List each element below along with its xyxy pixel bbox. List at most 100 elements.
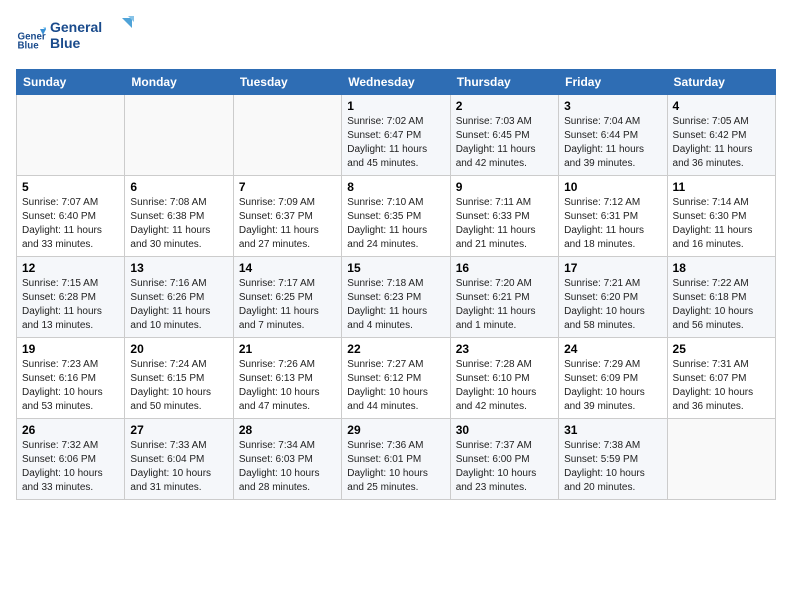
svg-text:Blue: Blue — [50, 35, 81, 51]
calendar-cell — [125, 95, 233, 176]
calendar-header: General Blue General Blue — [16, 16, 776, 59]
weekday-header-tuesday: Tuesday — [233, 70, 341, 95]
day-info: Sunrise: 7:10 AM Sunset: 6:35 PM Dayligh… — [347, 196, 444, 252]
logo: General Blue General Blue — [16, 16, 140, 59]
day-number: 20 — [130, 342, 227, 356]
day-info: Sunrise: 7:09 AM Sunset: 6:37 PM Dayligh… — [239, 196, 336, 252]
week-row-4: 19Sunrise: 7:23 AM Sunset: 6:16 PM Dayli… — [17, 338, 776, 419]
day-info: Sunrise: 7:28 AM Sunset: 6:10 PM Dayligh… — [456, 358, 553, 414]
calendar-cell: 18 Sunrise: 7:22 AM Sunset: 6:18 PM Dayli… — [667, 257, 775, 338]
day-info: Sunrise: 7:08 AM Sunset: 6:38 PM Dayligh… — [130, 196, 227, 252]
day-number: 17 — [564, 261, 661, 275]
day-info: Sunrise: 7:21 AM Sunset: 6:20 PM Dayligh… — [564, 277, 661, 333]
day-info: Sunrise: 7:02 AM Sunset: 6:47 PM Dayligh… — [347, 115, 444, 171]
day-info: Sunrise: 7:31 AM Sunset: 6:07 PM Dayligh… — [673, 358, 770, 414]
day-info: Sunrise: 7:32 AM Sunset: 6:06 PM Dayligh… — [22, 439, 119, 495]
day-info: Sunrise: 7:36 AM Sunset: 6:01 PM Dayligh… — [347, 439, 444, 495]
calendar-cell: 16Sunrise: 7:20 AM Sunset: 6:21 PM Dayli… — [450, 257, 558, 338]
calendar-cell: 8Sunrise: 7:10 AM Sunset: 6:35 PM Daylig… — [342, 176, 450, 257]
calendar-cell: 24 Sunrise: 7:29 AM Sunset: 6:09 PM Dayli… — [559, 338, 667, 419]
day-info: Sunrise: 7:29 AM Sunset: 6:09 PM Dayligh… — [564, 358, 661, 414]
weekday-header-sunday: Sunday — [17, 70, 125, 95]
day-number: 30 — [456, 423, 553, 437]
day-info: Sunrise: 7:24 AM Sunset: 6:15 PM Dayligh… — [130, 358, 227, 414]
day-number: 3 — [564, 99, 661, 113]
calendar-table: SundayMondayTuesdayWednesdayThursdayFrid… — [16, 69, 776, 500]
day-number: 28 — [239, 423, 336, 437]
calendar-cell: 11 Sunrise: 7:14 AM Sunset: 6:30 PM Dayli… — [667, 176, 775, 257]
day-number: 27 — [130, 423, 227, 437]
weekday-header-friday: Friday — [559, 70, 667, 95]
weekday-header-wednesday: Wednesday — [342, 70, 450, 95]
day-info: Sunrise: 7:04 AM Sunset: 6:44 PM Dayligh… — [564, 115, 661, 171]
day-number: 9 — [456, 180, 553, 194]
day-number: 2 — [456, 99, 553, 113]
day-number: 29 — [347, 423, 444, 437]
day-info: Sunrise: 7:11 AM Sunset: 6:33 PM Dayligh… — [456, 196, 553, 252]
weekday-header-thursday: Thursday — [450, 70, 558, 95]
logo-svg: General Blue — [50, 16, 140, 54]
calendar-cell: 17 Sunrise: 7:21 AM Sunset: 6:20 PM Dayli… — [559, 257, 667, 338]
calendar-cell: 19Sunrise: 7:23 AM Sunset: 6:16 PM Dayli… — [17, 338, 125, 419]
week-row-5: 26Sunrise: 7:32 AM Sunset: 6:06 PM Dayli… — [17, 419, 776, 500]
calendar-container: General Blue General Blue SundayMondayT — [0, 0, 792, 510]
day-info: Sunrise: 7:33 AM Sunset: 6:04 PM Dayligh… — [130, 439, 227, 495]
calendar-cell: 13 Sunrise: 7:16 AM Sunset: 6:26 PM Dayli… — [125, 257, 233, 338]
day-number: 24 — [564, 342, 661, 356]
day-number: 12 — [22, 261, 119, 275]
calendar-cell: 6 Sunrise: 7:08 AM Sunset: 6:38 PM Daylig… — [125, 176, 233, 257]
calendar-cell: 26Sunrise: 7:32 AM Sunset: 6:06 PM Dayli… — [17, 419, 125, 500]
day-info: Sunrise: 7:18 AM Sunset: 6:23 PM Dayligh… — [347, 277, 444, 333]
day-info: Sunrise: 7:38 AM Sunset: 5:59 PM Dayligh… — [564, 439, 661, 495]
calendar-cell: 1Sunrise: 7:02 AM Sunset: 6:47 PM Daylig… — [342, 95, 450, 176]
day-info: Sunrise: 7:17 AM Sunset: 6:25 PM Dayligh… — [239, 277, 336, 333]
day-number: 31 — [564, 423, 661, 437]
weekday-header-row: SundayMondayTuesdayWednesdayThursdayFrid… — [17, 70, 776, 95]
calendar-cell: 25 Sunrise: 7:31 AM Sunset: 6:07 PM Dayli… — [667, 338, 775, 419]
calendar-cell: 15 Sunrise: 7:18 AM Sunset: 6:23 PM Dayli… — [342, 257, 450, 338]
weekday-header-monday: Monday — [125, 70, 233, 95]
calendar-cell: 9 Sunrise: 7:11 AM Sunset: 6:33 PM Daylig… — [450, 176, 558, 257]
day-number: 4 — [673, 99, 770, 113]
day-info: Sunrise: 7:07 AM Sunset: 6:40 PM Dayligh… — [22, 196, 119, 252]
calendar-cell: 28Sunrise: 7:34 AM Sunset: 6:03 PM Dayli… — [233, 419, 341, 500]
day-info: Sunrise: 7:27 AM Sunset: 6:12 PM Dayligh… — [347, 358, 444, 414]
svg-text:Blue: Blue — [18, 40, 40, 51]
day-info: Sunrise: 7:26 AM Sunset: 6:13 PM Dayligh… — [239, 358, 336, 414]
calendar-cell — [17, 95, 125, 176]
day-number: 11 — [673, 180, 770, 194]
day-info: Sunrise: 7:22 AM Sunset: 6:18 PM Dayligh… — [673, 277, 770, 333]
day-info: Sunrise: 7:15 AM Sunset: 6:28 PM Dayligh… — [22, 277, 119, 333]
day-info: Sunrise: 7:20 AM Sunset: 6:21 PM Dayligh… — [456, 277, 553, 333]
calendar-cell — [233, 95, 341, 176]
calendar-cell: 31 Sunrise: 7:38 AM Sunset: 5:59 PM Dayli… — [559, 419, 667, 500]
calendar-cell: 4Sunrise: 7:05 AM Sunset: 6:42 PM Daylig… — [667, 95, 775, 176]
day-number: 7 — [239, 180, 336, 194]
weekday-header-saturday: Saturday — [667, 70, 775, 95]
day-number: 18 — [673, 261, 770, 275]
calendar-cell: 3 Sunrise: 7:04 AM Sunset: 6:44 PM Daylig… — [559, 95, 667, 176]
day-number: 6 — [130, 180, 227, 194]
calendar-cell: 5Sunrise: 7:07 AM Sunset: 6:40 PM Daylig… — [17, 176, 125, 257]
calendar-cell: 23Sunrise: 7:28 AM Sunset: 6:10 PM Dayli… — [450, 338, 558, 419]
calendar-cell: 12 Sunrise: 7:15 AM Sunset: 6:28 PM Dayli… — [17, 257, 125, 338]
day-number: 14 — [239, 261, 336, 275]
day-number: 25 — [673, 342, 770, 356]
calendar-cell: 21Sunrise: 7:26 AM Sunset: 6:13 PM Dayli… — [233, 338, 341, 419]
calendar-cell: 2Sunrise: 7:03 AM Sunset: 6:45 PM Daylig… — [450, 95, 558, 176]
calendar-cell: 20 Sunrise: 7:24 AM Sunset: 6:15 PM Dayli… — [125, 338, 233, 419]
day-info: Sunrise: 7:37 AM Sunset: 6:00 PM Dayligh… — [456, 439, 553, 495]
day-info: Sunrise: 7:14 AM Sunset: 6:30 PM Dayligh… — [673, 196, 770, 252]
day-info: Sunrise: 7:12 AM Sunset: 6:31 PM Dayligh… — [564, 196, 661, 252]
calendar-cell: 14 Sunrise: 7:17 AM Sunset: 6:25 PM Dayli… — [233, 257, 341, 338]
logo-icon: General Blue — [16, 23, 46, 53]
calendar-cell: 22Sunrise: 7:27 AM Sunset: 6:12 PM Dayli… — [342, 338, 450, 419]
day-info: Sunrise: 7:23 AM Sunset: 6:16 PM Dayligh… — [22, 358, 119, 414]
calendar-cell: 10Sunrise: 7:12 AM Sunset: 6:31 PM Dayli… — [559, 176, 667, 257]
week-row-1: 1Sunrise: 7:02 AM Sunset: 6:47 PM Daylig… — [17, 95, 776, 176]
week-row-3: 12 Sunrise: 7:15 AM Sunset: 6:28 PM Dayli… — [17, 257, 776, 338]
day-info: Sunrise: 7:16 AM Sunset: 6:26 PM Dayligh… — [130, 277, 227, 333]
day-number: 15 — [347, 261, 444, 275]
day-number: 13 — [130, 261, 227, 275]
calendar-cell: 29 Sunrise: 7:36 AM Sunset: 6:01 PM Dayli… — [342, 419, 450, 500]
